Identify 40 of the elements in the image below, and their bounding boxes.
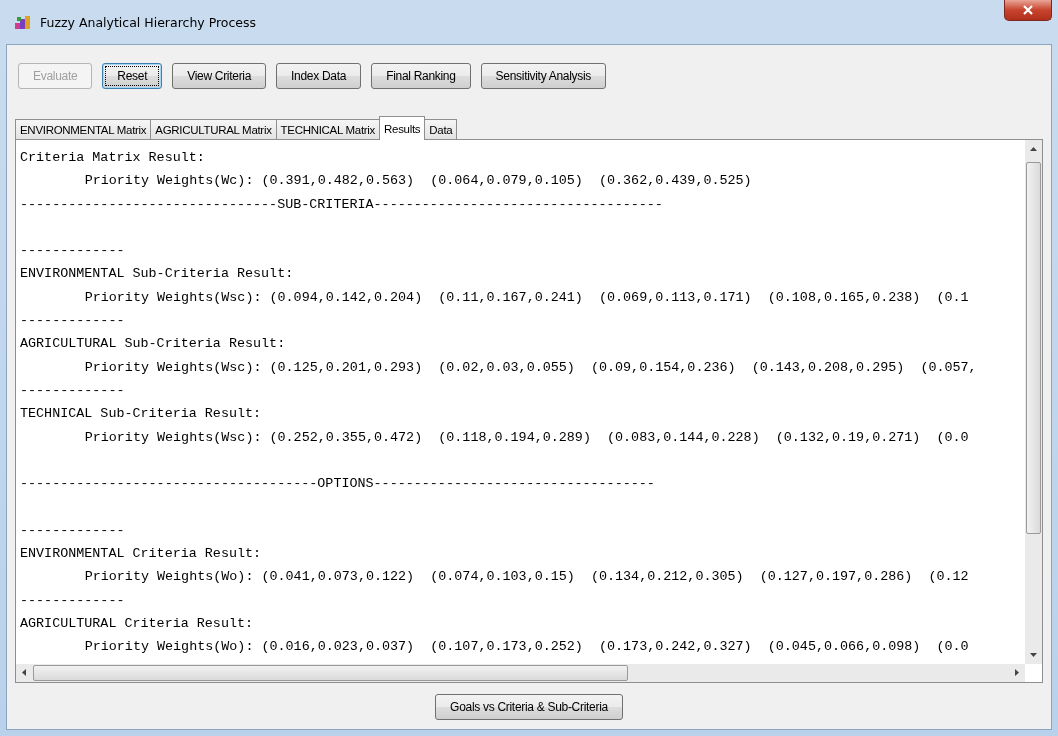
vertical-scrollbar[interactable] <box>1025 140 1042 664</box>
tab[interactable]: Results <box>379 116 426 140</box>
result-line: TECHNICAL Sub-Criteria Result: <box>20 405 263 424</box>
result-line: --------------------------------SUB-CRITERIA------------------------------------ <box>20 195 664 214</box>
result-line: ------------- <box>20 521 126 540</box>
horizontal-scrollbar[interactable] <box>16 664 1025 682</box>
toolbar-button[interactable]: Reset <box>102 63 163 89</box>
scroll-thumb[interactable] <box>1026 162 1041 534</box>
goals-button[interactable]: Goals vs Criteria & Sub-Criteria <box>435 694 623 720</box>
weights-line: Priority Weights(Wsc): (0.252,0.355,0.472) (0.118,0.194,0.289) (0.083,0.144,0.228) (0.132,0.19,0.271) (0.0 <box>83 428 970 447</box>
toolbar-button[interactable]: Sensitivity Analysis <box>480 63 606 89</box>
weights-line: Priority Weights(Wo): (0.016,0.023,0.037) (0.107,0.173,0.252) (0.173,0.242,0.327) (0.045,0.066,0.098) (0.0 <box>83 638 970 657</box>
close-icon <box>1022 5 1034 15</box>
weights-line: Priority Weights(Wo): (0.041,0.073,0.122) (0.074,0.103,0.15) (0.134,0.212,0.305) (0.127,0.197,0.286) (0.12 <box>83 568 970 587</box>
window-title: Fuzzy Analytical Hierarchy Process <box>40 14 257 30</box>
left-arrow-icon[interactable] <box>20 668 29 677</box>
toolbar-button[interactable]: Final Ranking <box>371 63 471 89</box>
result-line: AGRICULTURAL Criteria Result: <box>20 614 255 633</box>
result-line: ------------- <box>20 242 126 261</box>
toolbar-button[interactable]: View Criteria <box>172 63 267 89</box>
weights-line: Priority Weights(Wsc): (0.094,0.142,0.204) (0.11,0.167,0.241) (0.069,0.113,0.171) (0.108,0.165,0.238) (0.1 <box>83 288 970 307</box>
result-line: -------------------------------------OPTIONS----------------------------------- <box>20 475 656 494</box>
app-icon <box>14 14 32 30</box>
down-arrow-icon[interactable] <box>1029 650 1038 659</box>
up-arrow-icon[interactable] <box>1029 145 1038 154</box>
result-line: ------------- <box>20 591 126 610</box>
weights-line: Priority Weights(Wc): (0.391,0.482,0.563) (0.064,0.079,0.105) (0.362,0.439,0.525) <box>83 172 753 191</box>
result-line: ENVIRONMENTAL Sub-Criteria Result: <box>20 265 295 284</box>
result-line: Criteria Matrix Result: <box>20 149 206 167</box>
tab[interactable]: AGRICULTURAL Matrix <box>150 119 277 140</box>
result-line: ------------- <box>20 312 126 331</box>
result-line: ENVIRONMENTAL Criteria Result: <box>20 545 263 564</box>
result-line: ------------- <box>20 381 126 400</box>
weights-line: Priority Weights(Wsc): (0.125,0.201,0.293) (0.02,0.03,0.055) (0.09,0.154,0.236) (0.143,0.208,0.295) (0.057, <box>83 358 978 377</box>
result-line: AGRICULTURAL Sub-Criteria Result: <box>20 335 287 354</box>
scroll-thumb[interactable] <box>33 665 628 681</box>
tab[interactable]: ENVIRONMENTAL Matrix <box>15 119 152 140</box>
right-arrow-icon[interactable] <box>1012 668 1021 677</box>
toolbar-button[interactable]: Index Data <box>276 63 362 89</box>
close-button[interactable] <box>1004 0 1052 21</box>
